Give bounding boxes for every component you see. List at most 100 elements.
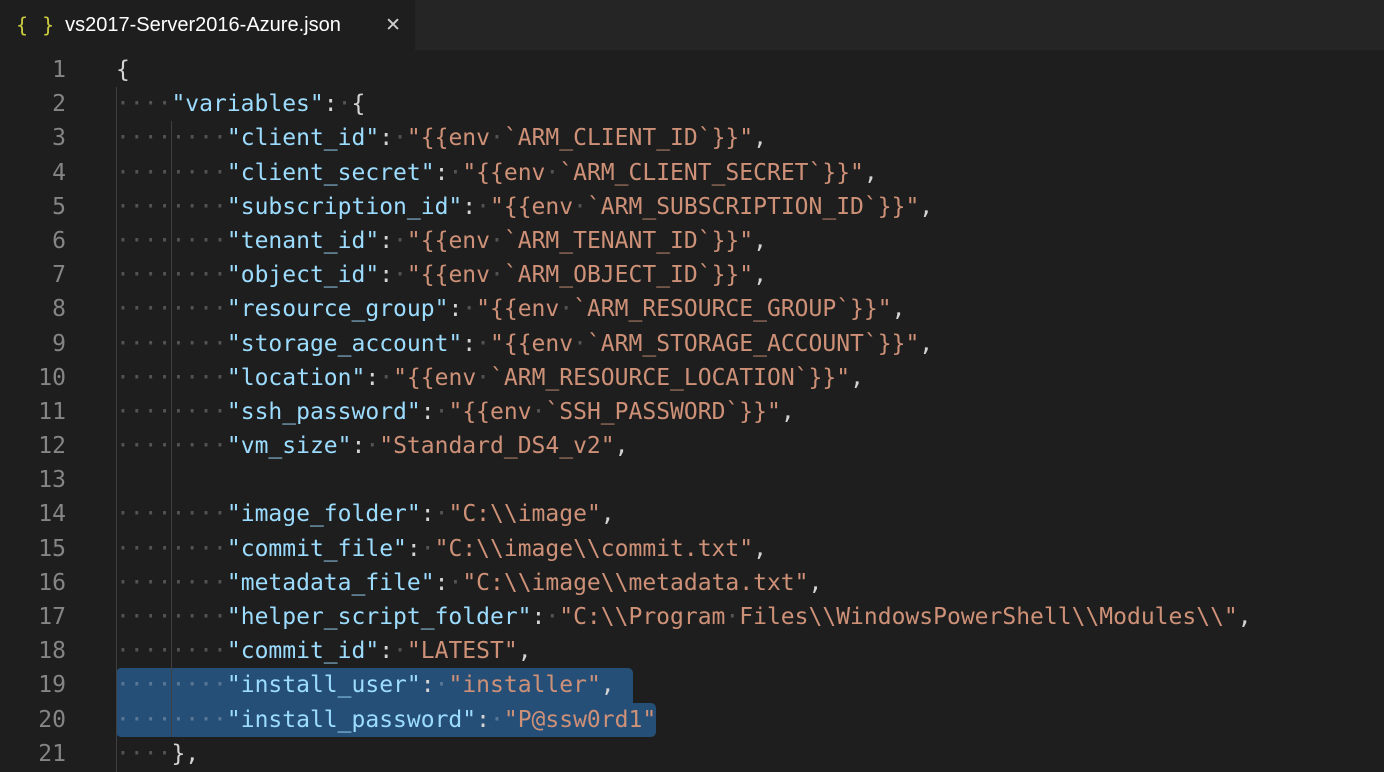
whitespace-dot: · — [116, 433, 130, 459]
code-text[interactable]: ········"client_id":·"{{env·`ARM_CLIENT_… — [116, 121, 767, 155]
line-number: 1 — [0, 53, 66, 87]
whitespace-dot: · — [144, 125, 158, 151]
whitespace-dot: · — [185, 433, 199, 459]
whitespace-dot: · — [144, 570, 158, 596]
code-line[interactable]: 8········"resource_group":·"{{env·`ARM_R… — [0, 292, 1384, 326]
whitespace-dot: · — [158, 570, 172, 596]
whitespace-dot: · — [116, 365, 130, 391]
whitespace-dot: · — [130, 433, 144, 459]
code-text[interactable]: ········"client_secret":·"{{env·`ARM_CLI… — [116, 156, 878, 190]
code-text[interactable]: ········"resource_group":·"{{env·`ARM_RE… — [116, 292, 905, 326]
whitespace-dot: · — [116, 262, 130, 288]
whitespace-dot: · — [130, 125, 144, 151]
code-line[interactable]: 12 ········"vm_size":·"Standard_DS4_v2", — [0, 429, 1384, 463]
line-number: 12 — [0, 429, 66, 463]
line-number: 20 — [0, 703, 66, 737]
code-line[interactable]: 6········"tenant_id":·"{{env·`ARM_TENANT… — [0, 224, 1384, 258]
code-text[interactable]: ····"variables":·{ — [116, 87, 365, 121]
code-text[interactable]: ········"install_user":·"installer", — [116, 668, 615, 702]
whitespace-dot: · — [435, 501, 449, 527]
whitespace-dot: · — [116, 570, 130, 596]
whitespace-dot: · — [185, 262, 199, 288]
code-line[interactable]: 9········"storage_account":·"{{env·`ARM_… — [0, 327, 1384, 361]
code-text[interactable]: ········"subscription_id":·"{{env·`ARM_S… — [116, 190, 933, 224]
code-text[interactable]: ········"ssh_password":·"{{env·`SSH_PASS… — [116, 395, 795, 429]
code-text[interactable]: ········"metadata_file":·"C:\\image\\met… — [116, 566, 822, 600]
code-line[interactable]: 10 ········"location":·"{{env·`ARM_RESOUR… — [0, 361, 1384, 395]
code-text[interactable]: ········"object_id":·"{{env·`ARM_OBJECT_… — [116, 258, 767, 292]
code-text[interactable]: ········"location":·"{{env·`ARM_RESOURCE… — [116, 361, 864, 395]
code-line[interactable]: 20········"install_password":·"P@ssw0rd1… — [0, 703, 1384, 737]
code-line[interactable]: 3········"client_id":·"{{env·`ARM_CLIENT… — [0, 121, 1384, 155]
code-text[interactable]: { — [116, 53, 130, 87]
tab-vs2017-server2016-azure-json[interactable]: { } vs2017-Server2016-Azure.json ✕ — [0, 0, 415, 50]
whitespace-dot: · — [144, 331, 158, 357]
code-text[interactable]: ········"commit_id":·"LATEST", — [116, 634, 532, 668]
whitespace-dot: · — [171, 125, 185, 151]
whitespace-dot: · — [144, 741, 158, 767]
whitespace-dot: · — [199, 501, 213, 527]
whitespace-dot: · — [185, 638, 199, 664]
close-tab-icon[interactable]: ✕ — [383, 14, 403, 37]
code-line[interactable]: 17········"helper_script_folder":·"C:\\P… — [0, 600, 1384, 634]
whitespace-dot: · — [338, 91, 352, 117]
code-text[interactable]: ········"commit_file":·"C:\\image\\commi… — [116, 532, 767, 566]
whitespace-dot: · — [199, 228, 213, 254]
whitespace-dot: · — [421, 536, 435, 562]
whitespace-dot: · — [116, 296, 130, 322]
whitespace-dot: · — [158, 365, 172, 391]
whitespace-dot: · — [171, 638, 185, 664]
code-line[interactable]: 15········"commit_file":·"C:\\image\\com… — [0, 532, 1384, 566]
whitespace-dot: · — [199, 365, 213, 391]
whitespace-dot: · — [199, 604, 213, 630]
whitespace-dot: · — [130, 331, 144, 357]
whitespace-dot: · — [199, 296, 213, 322]
whitespace-dot: · — [476, 194, 490, 220]
whitespace-dot: · — [116, 501, 130, 527]
code-text[interactable]: ········"image_folder":·"C:\\image", — [116, 497, 615, 531]
whitespace-dot: · — [199, 707, 213, 733]
code-editor[interactable]: 1{2····"variables":·{3········"client_id… — [0, 50, 1384, 772]
code-text[interactable]: ····}, — [116, 737, 199, 771]
code-line[interactable]: 21····}, — [0, 737, 1384, 771]
whitespace-dot: · — [158, 160, 172, 186]
code-line[interactable]: 1{ — [0, 53, 1384, 87]
code-line[interactable]: 5········"subscription_id":·"{{env·`ARM_… — [0, 190, 1384, 224]
code-line[interactable]: 11········"ssh_password":·"{{env·`SSH_PA… — [0, 395, 1384, 429]
line-number: 2 — [0, 87, 66, 121]
code-line[interactable]: 7········"object_id":·"{{env·`ARM_OBJECT… — [0, 258, 1384, 292]
code-text[interactable]: ········"helper_script_folder":·"C:\\Pro… — [116, 600, 1252, 634]
line-number: 4 — [0, 156, 66, 190]
code-line[interactable]: 4 ········"client_secret":·"{{env·`ARM_CL… — [0, 156, 1384, 190]
whitespace-dot: · — [213, 194, 227, 220]
code-text[interactable]: ········"vm_size":·"Standard_DS4_v2", — [116, 429, 628, 463]
whitespace-dot: · — [199, 399, 213, 425]
whitespace-dot: · — [116, 672, 130, 698]
whitespace-dot: · — [185, 501, 199, 527]
json-file-icon: { } — [16, 13, 55, 37]
code-line[interactable]: 18 ········"commit_id":·"LATEST", — [0, 634, 1384, 668]
vscode-window: { } vs2017-Server2016-Azure.json ✕ 1{2··… — [0, 0, 1384, 772]
whitespace-dot: · — [144, 160, 158, 186]
whitespace-dot: · — [130, 570, 144, 596]
code-line[interactable]: 16········"metadata_file":·"C:\\image\\m… — [0, 566, 1384, 600]
whitespace-dot: · — [158, 741, 172, 767]
whitespace-dot: · — [199, 125, 213, 151]
whitespace-dot: · — [171, 707, 185, 733]
code-line[interactable]: 2 ····"variables":·{ — [0, 87, 1384, 121]
code-line[interactable]: 13 — [0, 463, 1384, 497]
code-line[interactable]: 14········"image_folder":·"C:\\image", — [0, 497, 1384, 531]
line-number: 18 — [0, 634, 66, 668]
whitespace-dot: · — [158, 536, 172, 562]
line-number: 10 — [0, 361, 66, 395]
code-text[interactable]: ········"storage_account":·"{{env·`ARM_S… — [116, 327, 933, 361]
code-text[interactable]: ········"tenant_id":·"{{env·`ARM_TENANT_… — [116, 224, 767, 258]
whitespace-dot: · — [144, 501, 158, 527]
whitespace-dot: · — [158, 399, 172, 425]
whitespace-dot: · — [158, 501, 172, 527]
whitespace-dot: · — [171, 365, 185, 391]
code-line[interactable]: 19········"install_user":·"installer", — [0, 668, 1384, 702]
whitespace-dot: · — [158, 228, 172, 254]
code-text[interactable]: ········"install_password":·"P@ssw0rd1" — [116, 703, 656, 737]
whitespace-dot: · — [185, 672, 199, 698]
